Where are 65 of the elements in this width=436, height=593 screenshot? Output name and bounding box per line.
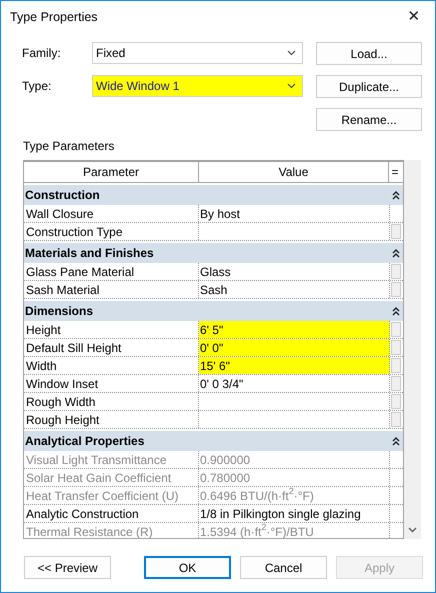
parameter-value[interactable]: 6' 5": [199, 321, 390, 338]
caret-icon: [287, 50, 296, 56]
side-button[interactable]: Duplicate...: [316, 75, 422, 98]
edit-button[interactable]: [391, 340, 401, 355]
dropdown[interactable]: Wide Window 1: [92, 75, 303, 97]
parameter-name: Solar Heat Gain Coefficient: [24, 469, 199, 486]
parameter-name: Analytic Construction: [24, 505, 199, 522]
dropdown[interactable]: Fixed: [92, 42, 303, 64]
scroll-down-icon[interactable]: [408, 527, 417, 533]
dialog-button[interactable]: Cancel: [240, 556, 327, 579]
parameter-name: Visual Light Transmittance: [24, 451, 199, 468]
edit-button[interactable]: [391, 224, 401, 239]
dialog-button[interactable]: << Preview: [24, 556, 111, 579]
close-button[interactable]: ✕: [399, 4, 429, 30]
column-header: =: [390, 164, 400, 181]
window-title: Type Properties: [10, 8, 98, 26]
group-title: Materials and Finishes: [25, 245, 154, 262]
field-label: Type:: [22, 78, 52, 95]
group-header[interactable]: Construction: [24, 185, 403, 205]
edit-button[interactable]: [391, 264, 401, 279]
parameter-name: Glass Pane Material: [24, 263, 199, 280]
edit-button[interactable]: [391, 376, 401, 391]
collapse-icon[interactable]: [392, 306, 400, 316]
parameter-name: Heat Transfer Coefficient (U): [24, 487, 199, 504]
dialog-button[interactable]: OK: [144, 556, 231, 579]
parameter-name: Rough Height: [24, 411, 199, 428]
parameter-name: Wall Closure: [24, 205, 199, 222]
parameter-name: Sash Material: [24, 281, 199, 298]
parameter-name: Thermal Resistance (R): [24, 523, 199, 538]
parameter-value[interactable]: 15' 6": [199, 357, 390, 374]
group-title: Dimensions: [25, 303, 94, 320]
collapse-icon[interactable]: [392, 190, 400, 200]
parameter-value[interactable]: Glass: [199, 263, 390, 280]
group-title: Construction: [25, 187, 100, 204]
collapse-icon[interactable]: [392, 436, 400, 446]
column-header: Parameter: [24, 162, 199, 182]
edit-button[interactable]: [391, 412, 401, 427]
group-title: Analytical Properties: [25, 433, 144, 450]
parameter-name: Construction Type: [24, 223, 199, 240]
parameter-value: 0.900000: [199, 451, 390, 468]
parameter-value: 0.6496 BTU/(h·ft$^{2}$·°F): [199, 487, 390, 504]
parameter-value: 1.5394 (h·ft$^{2}$·°F)/BTU: [199, 523, 390, 538]
column-header: Value: [199, 162, 389, 182]
parameter-value[interactable]: By host: [199, 205, 390, 222]
side-button[interactable]: Load...: [316, 42, 422, 65]
parameter-name: Window Inset: [24, 375, 199, 392]
parameter-value: 0.780000: [199, 469, 390, 486]
edit-button[interactable]: [391, 322, 401, 337]
parameter-value[interactable]: 1/8 in Pilkington single glazing: [199, 505, 390, 522]
edit-button[interactable]: [391, 358, 401, 373]
field-label: Family:: [22, 45, 62, 62]
section-title: Type Parameters: [23, 138, 116, 155]
edit-button[interactable]: [391, 394, 401, 409]
parameter-value[interactable]: 0' 0": [199, 339, 390, 356]
group-header[interactable]: Materials and Finishes: [24, 243, 403, 263]
parameter-name: Rough Width: [24, 393, 199, 410]
side-button[interactable]: Rename...: [316, 108, 422, 131]
edit-button[interactable]: [391, 282, 401, 297]
parameter-value[interactable]: 0' 0 3/4": [199, 375, 390, 392]
parameter-value[interactable]: Sash: [199, 281, 390, 298]
collapse-icon[interactable]: [392, 248, 400, 258]
caret-icon: [287, 83, 296, 89]
group-header[interactable]: Analytical Properties: [24, 431, 403, 451]
group-header[interactable]: Dimensions: [24, 301, 403, 321]
scrollbar[interactable]: [404, 160, 421, 539]
